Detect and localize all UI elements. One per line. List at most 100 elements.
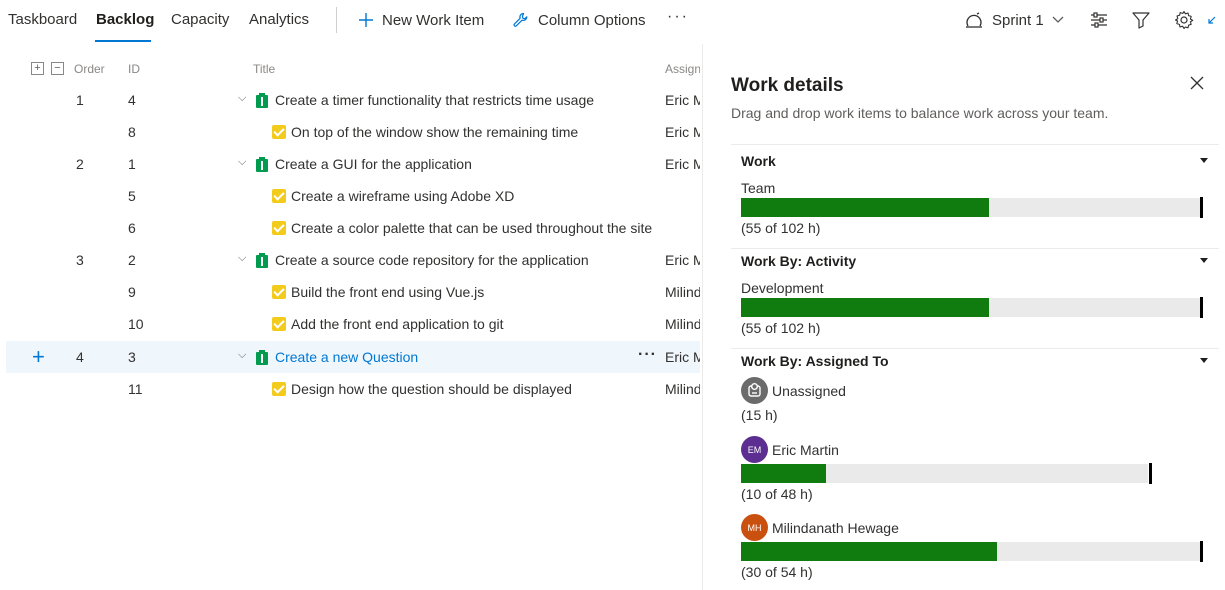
- capacity-bar-fill: [741, 198, 989, 217]
- row-title[interactable]: Add the front end application to git: [291, 316, 503, 332]
- sprint-label: Sprint 1: [992, 11, 1044, 29]
- table-row-selected[interactable]: + 4 3 ⌵ Create a new Question ··· Eric M…: [6, 341, 700, 373]
- table-row[interactable]: 5 Create a wireframe using Adobe XD: [6, 180, 700, 212]
- row-title[interactable]: Create a color palette that can be used …: [291, 220, 652, 236]
- chevron-down-icon[interactable]: ⌵: [238, 156, 246, 169]
- chevron-down-icon[interactable]: ⌵: [238, 252, 246, 265]
- row-title[interactable]: Design how the question should be displa…: [291, 381, 572, 397]
- column-options-button[interactable]: Column Options: [512, 9, 646, 31]
- row-order: 4: [76, 349, 84, 365]
- row-id: 1: [128, 156, 136, 172]
- active-tab-indicator: [95, 40, 151, 42]
- table-row[interactable]: 2 1 ⌵ Create a GUI for the application E…: [6, 148, 700, 180]
- table-row[interactable]: 9 Build the front end using Vue.js Milin…: [6, 276, 700, 308]
- person-caption: (15 h): [741, 407, 778, 423]
- table-row[interactable]: 1 4 ⌵ Create a timer functionality that …: [6, 84, 700, 116]
- filter-icon: [1132, 12, 1150, 29]
- person-name: Eric Martin: [772, 442, 839, 458]
- section-header-assigned-to[interactable]: Work By: Assigned To: [741, 353, 889, 369]
- table-row[interactable]: 10 Add the front end application to git …: [6, 308, 700, 340]
- product-backlog-item-icon: [256, 157, 268, 172]
- work-team-label: Team: [741, 180, 776, 196]
- caret-down-icon[interactable]: [1200, 358, 1208, 363]
- task-icon: [272, 317, 286, 331]
- row-title[interactable]: Create a timer functionality that restri…: [275, 92, 594, 108]
- task-icon: [272, 189, 286, 203]
- row-assigned-to: Eric Martin: [665, 349, 700, 365]
- section-divider: [731, 248, 1219, 249]
- row-id: 10: [128, 316, 144, 332]
- row-assigned-to: Eric Martin: [665, 92, 700, 108]
- table-row[interactable]: 8 On top of the window show the remainin…: [6, 116, 700, 148]
- section-header-activity[interactable]: Work By: Activity: [741, 253, 856, 269]
- row-title[interactable]: Create a new Question: [275, 349, 418, 365]
- more-actions-button[interactable]: ···: [667, 8, 689, 26]
- row-id: 5: [128, 188, 136, 204]
- caret-down-icon[interactable]: [1200, 158, 1208, 163]
- row-title[interactable]: Build the front end using Vue.js: [291, 284, 484, 300]
- work-team-caption: (55 of 102 h): [741, 220, 821, 236]
- view-options-button[interactable]: [1088, 9, 1110, 31]
- table-row[interactable]: 6 Create a color palette that can be use…: [6, 212, 700, 244]
- work-details-panel: Work details Drag and drop work items to…: [702, 44, 1225, 590]
- section-divider: [731, 348, 1219, 349]
- column-header-title[interactable]: Title: [253, 62, 275, 76]
- chevron-down-icon[interactable]: ⌵: [238, 349, 246, 362]
- column-options-label: Column Options: [538, 11, 646, 29]
- activity-capacity-bar: [741, 298, 1201, 317]
- sprint-picker[interactable]: Sprint 1: [964, 9, 1064, 31]
- add-child-button[interactable]: +: [32, 344, 45, 370]
- row-assigned-to: Milindanath Hewage: [665, 316, 700, 332]
- row-title[interactable]: Create a wireframe using Adobe XD: [291, 188, 514, 204]
- row-order: 1: [76, 92, 84, 108]
- row-assigned-to: Eric Martin: [665, 252, 700, 268]
- row-title[interactable]: On top of the window show the remaining …: [291, 124, 578, 140]
- row-id: 8: [128, 124, 136, 140]
- table-row[interactable]: 11 Design how the question should be dis…: [6, 373, 700, 405]
- chevron-down-icon[interactable]: ⌵: [238, 92, 246, 105]
- sprint-icon: [966, 12, 982, 28]
- tab-analytics[interactable]: Analytics: [249, 11, 309, 28]
- column-header-assigned-to[interactable]: Assigned To: [665, 62, 700, 76]
- collapse-panel-button[interactable]: [1203, 9, 1221, 31]
- tab-backlog[interactable]: Backlog: [96, 11, 154, 28]
- filter-button[interactable]: [1130, 9, 1152, 31]
- column-header-id[interactable]: ID: [128, 62, 140, 76]
- row-id: 4: [128, 92, 136, 108]
- capacity-bar-fill: [741, 542, 997, 561]
- task-icon: [272, 382, 286, 396]
- work-team-capacity-bar: [741, 198, 1201, 217]
- backlog-grid: + − Order ID Title Assigned To 1 4 ⌵ Cre…: [0, 44, 700, 590]
- person-capacity-bar: [741, 542, 1201, 561]
- panel-subtitle: Drag and drop work items to balance work…: [731, 105, 1109, 121]
- row-id: 6: [128, 220, 136, 236]
- collapse-all-button[interactable]: −: [51, 62, 64, 75]
- expand-all-button[interactable]: +: [31, 62, 44, 75]
- table-row[interactable]: 3 2 ⌵ Create a source code repository fo…: [6, 244, 700, 276]
- row-id: 3: [128, 349, 136, 365]
- row-title[interactable]: Create a GUI for the application: [275, 156, 472, 172]
- row-id: 2: [128, 252, 136, 268]
- tab-capacity[interactable]: Capacity: [171, 11, 229, 28]
- settings-button[interactable]: [1173, 9, 1195, 31]
- column-header-order[interactable]: Order: [74, 62, 105, 76]
- row-id: 9: [128, 284, 136, 300]
- product-backlog-item-icon: [256, 253, 268, 268]
- caret-down-icon[interactable]: [1200, 258, 1208, 263]
- row-assigned-to: Milindanath Hewage: [665, 381, 700, 397]
- tab-taskboard[interactable]: Taskboard: [8, 11, 77, 28]
- chevron-down-icon: [1052, 16, 1064, 23]
- new-work-item-button[interactable]: New Work Item: [358, 9, 484, 31]
- activity-development-label: Development: [741, 280, 824, 296]
- task-icon: [272, 285, 286, 299]
- row-assigned-to: Eric Martin: [665, 156, 700, 172]
- avatar: MH: [741, 514, 768, 541]
- capacity-bar-limit: [1149, 463, 1152, 484]
- new-work-item-label: New Work Item: [382, 11, 485, 29]
- section-header-work[interactable]: Work: [741, 153, 776, 169]
- row-title[interactable]: Create a source code repository for the …: [275, 252, 589, 268]
- gear-icon: [1174, 10, 1194, 30]
- capacity-bar-limit: [1200, 297, 1203, 318]
- close-icon[interactable]: [1189, 75, 1205, 91]
- row-more-actions-button[interactable]: ···: [638, 346, 657, 364]
